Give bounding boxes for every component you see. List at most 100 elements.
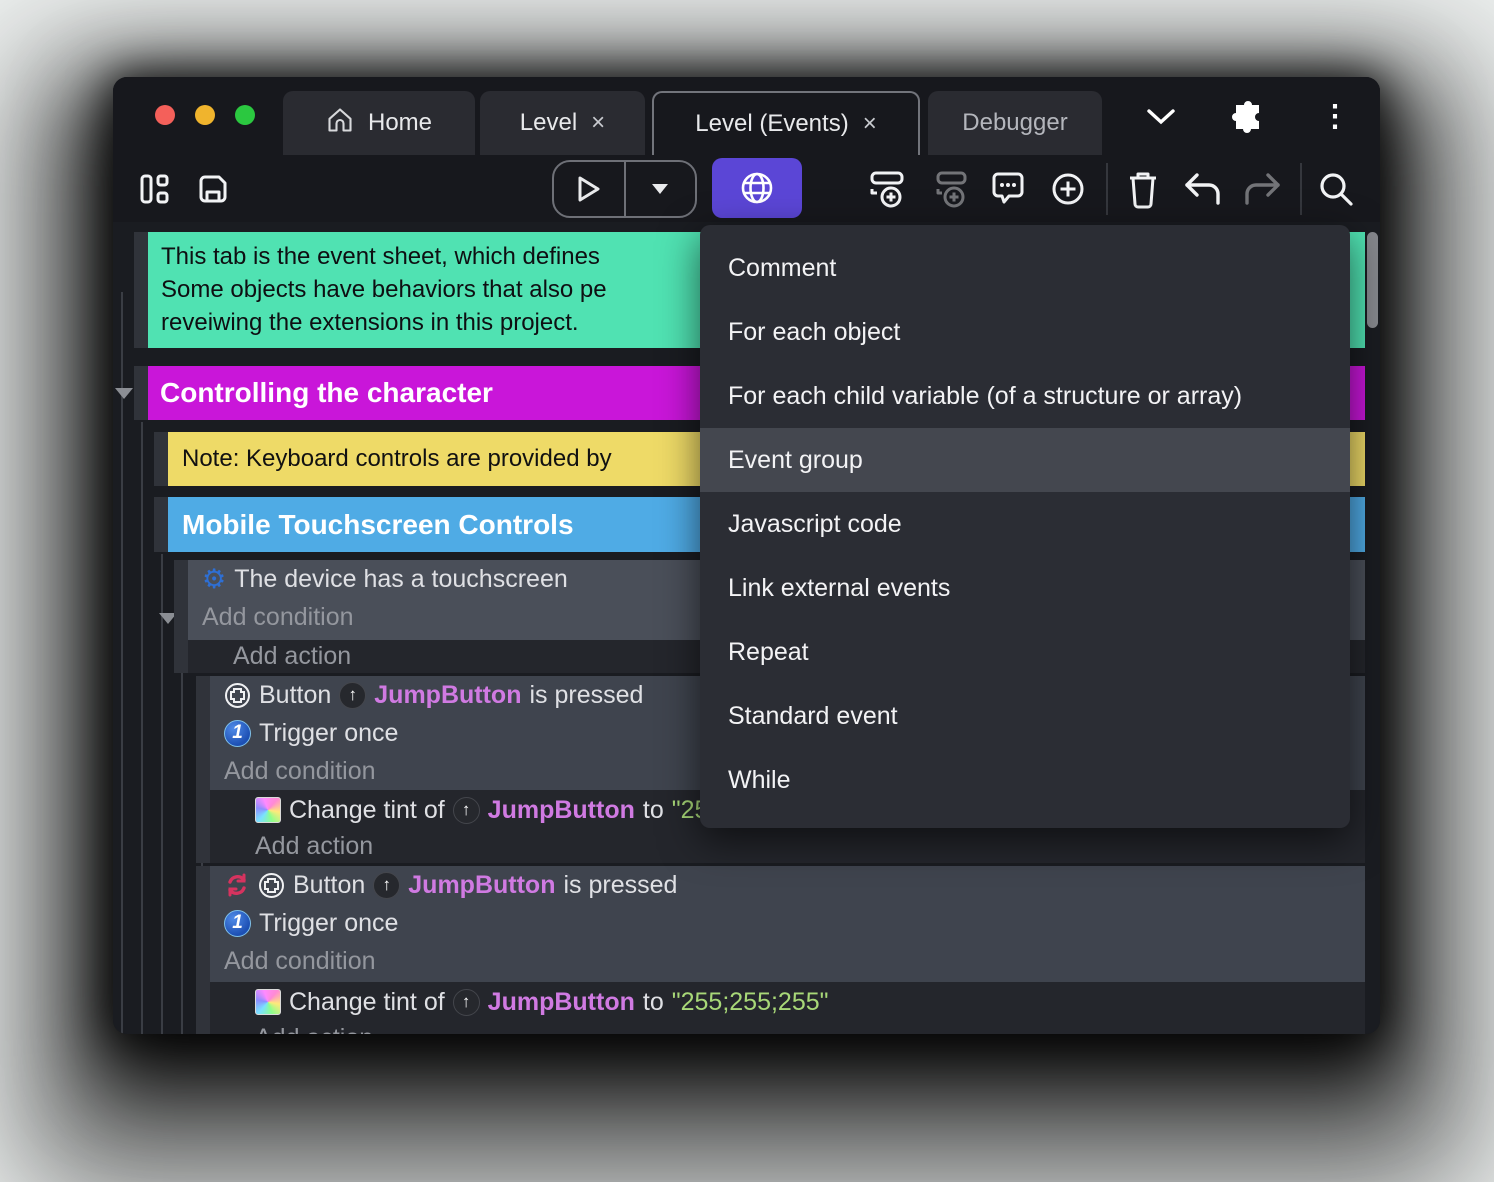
minimize-window-button[interactable]	[195, 105, 215, 125]
object-name: JumpButton	[487, 987, 635, 1016]
tab-label: Level (Events)	[695, 110, 849, 137]
redo-icon[interactable]	[1236, 160, 1288, 218]
tab-label: Debugger	[962, 109, 1068, 136]
chevron-down-icon[interactable]	[1146, 108, 1176, 126]
more-menu-icon[interactable]: ⋮	[1320, 102, 1350, 132]
condition-text: Button	[293, 870, 366, 899]
object-thumbnail-arrow-icon: ↑	[373, 871, 401, 899]
indent-guide	[141, 422, 143, 1034]
object-thumbnail-arrow-icon: ↑	[339, 681, 367, 709]
preview-split-button	[552, 160, 697, 218]
toolbar-divider	[1106, 163, 1108, 215]
search-icon[interactable]	[1310, 160, 1362, 218]
close-tab-icon[interactable]: ×	[591, 111, 605, 135]
network-preview-button[interactable]	[712, 158, 802, 218]
play-preview-button[interactable]	[554, 162, 624, 216]
trigger-once-icon: 1	[224, 909, 251, 937]
add-comment-icon[interactable]	[982, 160, 1034, 218]
tab-level-events[interactable]: Level (Events) ×	[652, 91, 920, 155]
save-icon[interactable]	[187, 160, 239, 218]
action-change-tint[interactable]: Change tint of ↑ JumpButton to "255;255;…	[196, 982, 1365, 1022]
desktop-background: Home Level × Level (Events) × Debugger ⋮…	[0, 0, 1494, 1182]
invert-condition-icon	[228, 873, 246, 897]
add-action-row[interactable]: Add action	[196, 1022, 1365, 1034]
condition-text: The device has a touchscreen	[234, 564, 568, 593]
menu-item-while[interactable]: While	[700, 748, 1350, 812]
titlebar-actions: ⋮	[1146, 101, 1350, 133]
add-action-label: Add action	[255, 1024, 373, 1034]
action-text: to	[642, 987, 664, 1016]
tab-debugger[interactable]: Debugger	[928, 91, 1102, 155]
group-title: Controlling the character	[160, 377, 493, 408]
add-action-label: Add action	[255, 832, 374, 860]
condition-text: Trigger once	[259, 908, 399, 937]
add-action-label: Add action	[233, 642, 352, 670]
menu-item-event-group[interactable]: Event group	[700, 428, 1350, 492]
object-name: JumpButton	[408, 870, 556, 899]
tab-bar: Home Level × Level (Events) × Debugger ⋮	[113, 77, 1380, 155]
condition-text: Trigger once	[259, 718, 399, 747]
undo-icon[interactable]	[1177, 160, 1229, 218]
vertical-scrollbar-thumb[interactable]	[1367, 232, 1378, 328]
condition-trigger-once[interactable]: 1 Trigger once	[210, 904, 1365, 942]
event-jumpbutton-pressed-inverted[interactable]: Button ↑ JumpButton is pressed 1 Trigger…	[196, 866, 1365, 982]
menu-item-comment[interactable]: Comment	[700, 236, 1350, 300]
indent-guide	[121, 292, 123, 1034]
collapse-arrow-icon[interactable]	[115, 388, 133, 399]
object-thumbnail-arrow-icon: ↑	[452, 988, 480, 1016]
tint-color-icon	[255, 797, 281, 823]
indent-guide	[181, 652, 183, 1034]
toolbar-divider	[1300, 163, 1302, 215]
add-condition-label: Add condition	[224, 946, 376, 975]
traffic-lights	[155, 105, 255, 125]
gdevelop-window: Home Level × Level (Events) × Debugger ⋮…	[113, 77, 1380, 1034]
tab-label: Home	[367, 109, 433, 136]
home-icon	[326, 106, 354, 141]
object-name: JumpButton	[374, 680, 522, 709]
action-text: Change tint of	[289, 795, 445, 824]
add-subevent-icon[interactable]	[924, 160, 976, 218]
menu-item-for-each-object[interactable]: For each object	[700, 300, 1350, 364]
maximize-window-button[interactable]	[235, 105, 255, 125]
action-value: "255;255;255"	[671, 987, 829, 1016]
menu-item-link-external-events[interactable]: Link external events	[700, 556, 1350, 620]
preview-options-dropdown[interactable]	[626, 162, 696, 216]
close-tab-icon[interactable]: ×	[863, 112, 877, 136]
tab-label: Level	[519, 109, 578, 136]
object-name: JumpButton	[487, 795, 635, 824]
object-thumbnail-arrow-icon: ↑	[452, 796, 480, 824]
add-event-icon[interactable]	[861, 160, 913, 218]
tint-color-icon	[255, 989, 281, 1015]
choose-add-icon[interactable]	[1042, 160, 1094, 218]
open-panels-icon[interactable]	[129, 160, 181, 218]
action-text: Change tint of	[289, 987, 445, 1016]
condition-text: is pressed	[563, 870, 678, 899]
condition-text: Button	[259, 680, 332, 709]
add-condition-label: Add condition	[224, 756, 376, 785]
condition-button-pressed-inverted[interactable]: Button ↑ JumpButton is pressed	[210, 866, 1365, 904]
gear-icon: ⚙	[202, 563, 227, 594]
extensions-puzzle-icon[interactable]	[1232, 101, 1264, 133]
condition-text: is pressed	[529, 680, 644, 709]
indent-guide	[161, 554, 163, 1034]
toolbar	[113, 155, 1380, 222]
menu-item-for-each-child-variable[interactable]: For each child variable (of a structure …	[700, 364, 1350, 428]
add-condition-label: Add condition	[202, 602, 354, 631]
menu-item-javascript-code[interactable]: Javascript code	[700, 492, 1350, 556]
group-title: Mobile Touchscreen Controls	[182, 508, 574, 540]
globe-icon	[741, 172, 773, 204]
trigger-once-icon: 1	[224, 719, 251, 747]
close-window-button[interactable]	[155, 105, 175, 125]
menu-item-repeat[interactable]: Repeat	[700, 620, 1350, 684]
tab-home[interactable]: Home	[283, 91, 475, 155]
add-action-row[interactable]: Add action	[196, 830, 1365, 863]
action-text: to	[642, 795, 664, 824]
button-dpad-icon	[259, 872, 284, 898]
tab-level[interactable]: Level ×	[480, 91, 645, 155]
menu-item-standard-event[interactable]: Standard event	[700, 684, 1350, 748]
button-dpad-icon	[225, 682, 250, 708]
add-condition-button[interactable]: Add condition	[210, 942, 1365, 980]
add-event-dropdown-menu: Comment For each object For each child v…	[700, 225, 1350, 828]
note-text: Note: Keyboard controls are provided by	[182, 445, 612, 472]
delete-icon[interactable]	[1117, 160, 1169, 218]
